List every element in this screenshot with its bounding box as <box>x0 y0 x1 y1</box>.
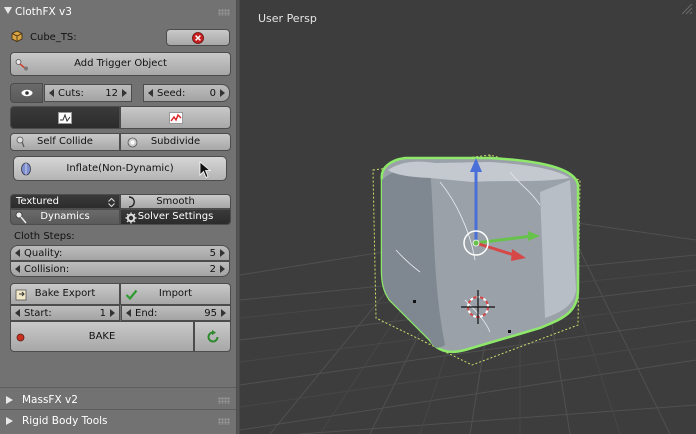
3d-viewport[interactable]: User Persp <box>240 0 696 434</box>
visibility-toggle[interactable] <box>10 83 43 103</box>
checkmark-icon <box>125 289 138 301</box>
massfx-panel-title: MassFX v2 <box>22 394 78 406</box>
decrement-arrow-icon[interactable] <box>49 89 54 97</box>
end-value: 95 <box>204 308 217 319</box>
bake-button[interactable]: BAKE <box>10 321 194 352</box>
collapse-arrow-icon[interactable] <box>4 7 12 14</box>
cuts-value: 12 <box>105 88 118 99</box>
increment-arrow-icon[interactable] <box>122 89 127 97</box>
eye-icon <box>21 89 32 97</box>
cloth-steps-label: Cloth Steps: <box>14 231 75 242</box>
import-label: Import <box>158 288 193 299</box>
inflate-button[interactable]: Inflate(Non-Dynamic) <box>13 156 227 181</box>
inflate-label: Inflate(Non-Dynamic) <box>66 162 174 174</box>
decrement-arrow-icon[interactable] <box>15 265 20 273</box>
increment-arrow-icon[interactable] <box>220 249 225 257</box>
expand-arrow-icon[interactable] <box>6 417 13 425</box>
increment-arrow-icon[interactable] <box>220 265 225 273</box>
self-collide-icon <box>16 136 25 148</box>
quality-field[interactable]: Quality: 5 <box>10 245 230 261</box>
solver-settings-label: Solver Settings <box>137 211 214 222</box>
quality-value: 5 <box>209 248 216 259</box>
expand-arrow-icon[interactable] <box>6 396 13 404</box>
clothfx-panel-title: ClothFX v3 <box>15 6 72 18</box>
quality-label: Quality: <box>24 248 63 259</box>
seed-value: 0 <box>209 88 216 99</box>
clothfx-panel-header[interactable]: ClothFX v3 <box>0 3 236 22</box>
massfx-panel-header[interactable]: MassFX v2 <box>0 391 236 410</box>
reload-icon <box>207 329 218 342</box>
dynamics-label: Dynamics <box>40 211 90 222</box>
increment-arrow-icon[interactable] <box>221 309 226 317</box>
panel-divider <box>0 409 236 410</box>
self-collide-button[interactable]: Self Collide <box>10 133 120 151</box>
decrement-arrow-icon[interactable] <box>15 249 20 257</box>
decrement-arrow-icon[interactable] <box>15 309 20 317</box>
reload-button[interactable] <box>194 321 231 352</box>
subdivide-icon <box>127 137 138 148</box>
gear-icon <box>125 212 137 224</box>
rigid-body-tools-panel-header[interactable]: Rigid Body Tools <box>0 412 236 431</box>
start-frame-field[interactable]: Start: 1 <box>10 305 120 321</box>
smooth-button[interactable]: Smooth <box>120 194 231 209</box>
constraint-icon <box>15 59 28 71</box>
bake-export-button[interactable]: Bake Export <box>10 283 120 305</box>
tool-panel: ClothFX v3 Cube_TS: Add Trigger Object C… <box>0 0 236 434</box>
increment-arrow-icon[interactable] <box>220 89 225 97</box>
viewport-title: User Persp <box>258 12 317 25</box>
dropdown-arrows-icon <box>108 198 115 207</box>
file-export-icon <box>15 289 27 301</box>
record-icon <box>16 333 25 342</box>
add-trigger-object-label: Add Trigger Object <box>74 58 167 69</box>
viewport-scene <box>240 154 696 434</box>
smooth-icon <box>128 196 135 208</box>
drag-grip-icon[interactable] <box>218 418 230 425</box>
viewport-split-corner-icon[interactable] <box>680 2 694 16</box>
decrement-arrow-icon[interactable] <box>126 309 131 317</box>
graph-red-icon <box>168 111 183 124</box>
object-name-label: Cube_TS: <box>30 32 77 43</box>
end-frame-field[interactable]: End: 95 <box>121 305 231 321</box>
collision-field[interactable]: Collision: 2 <box>10 261 230 277</box>
mouse-pointer-icon <box>199 161 211 179</box>
inflate-icon <box>21 162 31 176</box>
self-collide-label: Self Collide <box>37 136 93 147</box>
cube-icon <box>11 30 23 42</box>
shading-selected-label: Textured <box>16 195 59 207</box>
start-label: Start: <box>24 308 52 319</box>
rigid-body-tools-panel-title: Rigid Body Tools <box>22 415 108 427</box>
bake-label: BAKE <box>88 330 116 342</box>
subdivide-label: Subdivide <box>150 136 201 147</box>
collision-value: 2 <box>209 264 216 275</box>
close-icon <box>192 31 204 44</box>
cuts-field[interactable]: Cuts: 12 <box>44 84 132 102</box>
dynamics-icon <box>15 211 27 224</box>
seed-field[interactable]: Seed: 0 <box>143 84 230 102</box>
cuts-label: Cuts: <box>58 88 84 99</box>
import-button[interactable]: Import <box>120 283 231 305</box>
add-trigger-object-button[interactable]: Add Trigger Object <box>10 52 231 76</box>
solver-settings-tab[interactable]: Solver Settings <box>120 209 231 225</box>
collision-label: Collision: <box>24 264 70 275</box>
clear-object-button[interactable] <box>166 29 230 46</box>
seed-label: Seed: <box>157 88 186 99</box>
drag-grip-icon[interactable] <box>218 9 230 16</box>
panel-divider <box>0 387 236 388</box>
end-label: End: <box>135 308 158 319</box>
increment-arrow-icon[interactable] <box>110 309 115 317</box>
bake-export-label: Bake Export <box>34 288 96 299</box>
dynamics-tab[interactable]: Dynamics <box>10 209 120 225</box>
graph-icon <box>58 111 72 124</box>
subdivide-button[interactable]: Subdivide <box>120 133 231 151</box>
graph-button-left[interactable] <box>10 106 120 129</box>
decrement-arrow-icon[interactable] <box>148 89 153 97</box>
start-value: 1 <box>99 308 106 319</box>
drag-grip-icon[interactable] <box>218 397 230 404</box>
graph-button-right[interactable] <box>120 106 231 129</box>
smooth-label: Smooth <box>156 195 195 207</box>
shading-dropdown[interactable]: Textured <box>10 194 120 209</box>
